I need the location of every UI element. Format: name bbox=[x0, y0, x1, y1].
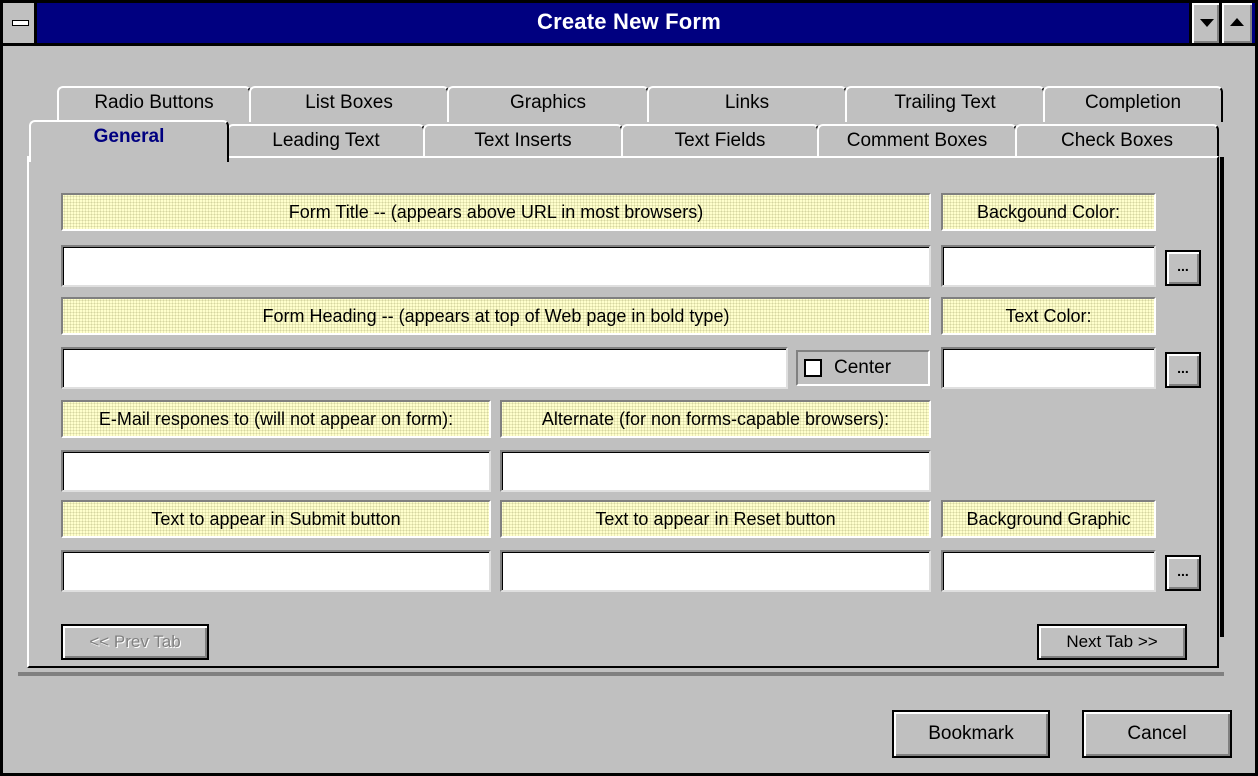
tab-label: List Boxes bbox=[305, 92, 393, 113]
reset-text-input[interactable] bbox=[500, 550, 931, 592]
text-color-browse-button[interactable]: ... bbox=[1165, 352, 1201, 388]
email-label: E-Mail respones to (will not appear on f… bbox=[61, 400, 491, 438]
alternate-input[interactable] bbox=[500, 450, 931, 492]
bookmark-button[interactable]: Bookmark bbox=[892, 710, 1050, 758]
background-graphic-label: Background Graphic bbox=[941, 500, 1156, 538]
tab-check-boxes[interactable]: Check Boxes bbox=[1015, 124, 1219, 160]
tab-graphics[interactable]: Graphics bbox=[447, 86, 649, 122]
tab-list-boxes[interactable]: List Boxes bbox=[249, 86, 449, 122]
tab-comment-boxes[interactable]: Comment Boxes bbox=[817, 124, 1017, 160]
form-title-label: Form Title -- (appears above URL in most… bbox=[61, 193, 931, 231]
form-heading-label: Form Heading -- (appears at top of Web p… bbox=[61, 297, 931, 335]
center-checkbox[interactable]: Center bbox=[796, 350, 930, 386]
window-title: Create New Form bbox=[537, 9, 721, 34]
tab-text-inserts[interactable]: Text Inserts bbox=[423, 124, 623, 160]
tab-label: Links bbox=[724, 92, 770, 113]
background-graphic-input[interactable] bbox=[941, 550, 1156, 592]
background-color-input[interactable] bbox=[941, 245, 1156, 287]
arrow-down-icon bbox=[1200, 19, 1214, 27]
tab-label: Leading Text bbox=[272, 130, 380, 151]
tab-links[interactable]: Links bbox=[647, 86, 847, 122]
tab-label: Graphics bbox=[509, 92, 587, 113]
text-color-label: Text Color: bbox=[941, 297, 1156, 335]
tab-general[interactable]: General bbox=[29, 120, 229, 162]
tab-label: Text Inserts bbox=[474, 130, 572, 151]
submit-text-label: Text to appear in Submit button bbox=[61, 500, 491, 538]
maximize-button[interactable] bbox=[1219, 3, 1252, 43]
tab-label: Text Fields bbox=[674, 130, 766, 151]
submit-text-input[interactable] bbox=[61, 550, 491, 592]
center-label: Center bbox=[834, 357, 892, 378]
tab-text-fields[interactable]: Text Fields bbox=[621, 124, 819, 160]
title-bar: Create New Form bbox=[3, 3, 1255, 46]
form-heading-input[interactable] bbox=[61, 347, 788, 389]
minimize-button[interactable] bbox=[1189, 3, 1219, 43]
tab-leading-text[interactable]: Leading Text bbox=[227, 124, 425, 160]
panel-right-edge bbox=[1220, 157, 1224, 637]
tab-radio-buttons[interactable]: Radio Buttons bbox=[57, 86, 251, 122]
email-input[interactable] bbox=[61, 450, 491, 492]
tab-trailing-text[interactable]: Trailing Text bbox=[845, 86, 1045, 122]
tab-label: Trailing Text bbox=[894, 92, 996, 113]
form-title-input[interactable] bbox=[61, 245, 931, 287]
cancel-button[interactable]: Cancel bbox=[1082, 710, 1232, 758]
next-tab-button[interactable]: Next Tab >> bbox=[1037, 624, 1187, 660]
background-color-browse-button[interactable]: ... bbox=[1165, 250, 1201, 286]
background-graphic-browse-button[interactable]: ... bbox=[1165, 555, 1201, 591]
arrow-up-icon bbox=[1230, 18, 1244, 26]
panel-bottom-edge bbox=[18, 672, 1224, 676]
active-tab-joiner bbox=[31, 158, 227, 164]
checkbox-square[interactable] bbox=[804, 359, 822, 377]
reset-text-label: Text to appear in Reset button bbox=[500, 500, 931, 538]
tab-label: General bbox=[93, 126, 165, 147]
prev-tab-button[interactable]: << Prev Tab bbox=[61, 624, 209, 660]
background-color-label: Backgound Color: bbox=[941, 193, 1156, 231]
tab-label: Check Boxes bbox=[1061, 130, 1173, 151]
tab-completion[interactable]: Completion bbox=[1043, 86, 1223, 122]
tab-label: Completion bbox=[1084, 92, 1182, 113]
tab-label: Comment Boxes bbox=[846, 130, 988, 151]
alternate-label: Alternate (for non forms-capable browser… bbox=[500, 400, 931, 438]
tab-label: Radio Buttons bbox=[94, 92, 214, 113]
text-color-input[interactable] bbox=[941, 347, 1156, 389]
